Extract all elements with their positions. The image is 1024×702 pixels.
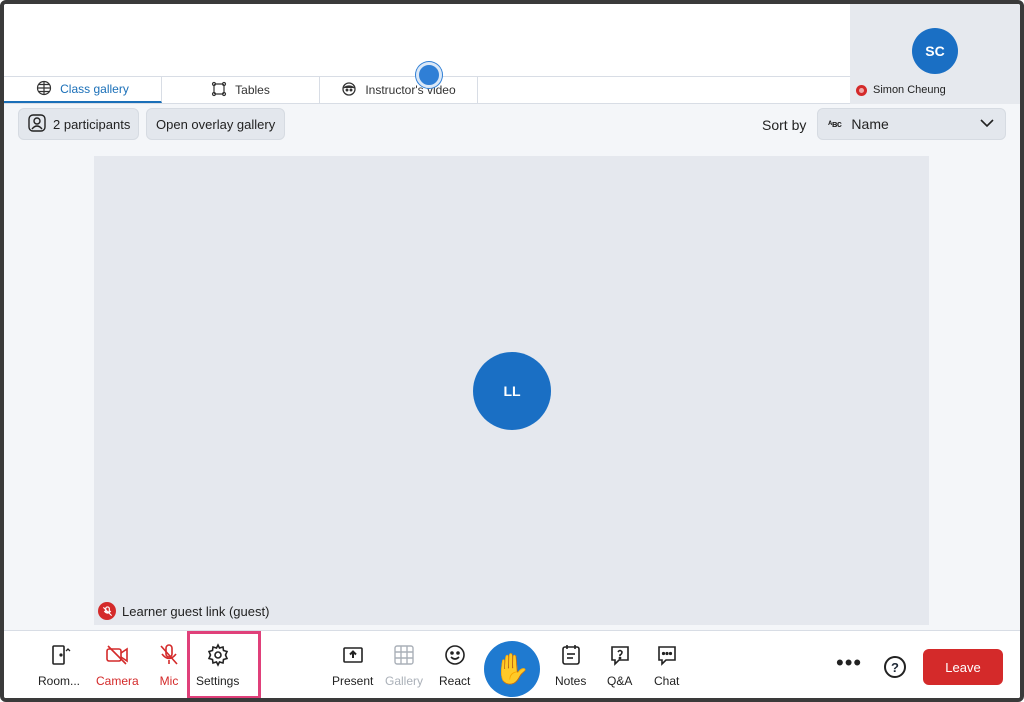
present-icon [341, 643, 365, 670]
room-button[interactable]: Room... [38, 643, 80, 688]
present-label: Present [332, 674, 374, 688]
chat-button[interactable]: Chat [654, 643, 679, 688]
sort-value: Name [851, 116, 889, 132]
qa-button[interactable]: Q&A [607, 643, 632, 688]
instructor-name-label: Simon Cheung [856, 84, 946, 96]
gear-icon [206, 643, 230, 670]
avatar: SC [912, 28, 958, 74]
chat-label: Chat [654, 674, 680, 688]
gallery-label: Gallery [385, 674, 424, 688]
face-icon [341, 81, 357, 100]
cursor-indicator [416, 62, 442, 88]
smiley-icon [443, 643, 467, 670]
settings-button[interactable]: Settings [196, 643, 239, 688]
camera-button[interactable]: Camera [96, 643, 139, 688]
settings-label: Settings [196, 674, 240, 688]
notes-label: Notes [555, 674, 587, 688]
help-button[interactable]: ? [884, 656, 906, 678]
avatar[interactable]: LL [473, 352, 551, 430]
sort-abc-icon: ᴬʙᴄ [828, 119, 842, 129]
room-label: Room... [38, 674, 81, 688]
present-button[interactable]: Present [332, 643, 373, 688]
instructor-video-tile[interactable]: SC Simon Cheung [850, 4, 1020, 104]
open-overlay-gallery-button[interactable]: Open overlay gallery [146, 108, 286, 140]
more-options-button[interactable]: ••• [836, 652, 862, 674]
camera-off-icon [105, 643, 129, 670]
react-button[interactable]: React [439, 643, 470, 688]
tab-class-gallery[interactable]: Class gallery [4, 77, 162, 103]
leave-button[interactable]: Leave [923, 649, 1003, 685]
participants-count: 2 participants [53, 116, 131, 132]
participant-icon [27, 113, 47, 136]
hand-icon: ✋ [493, 652, 531, 686]
gallery-button[interactable]: Gallery [385, 643, 423, 688]
chevron-down-icon [979, 115, 995, 134]
grid-globe-icon [36, 80, 52, 99]
mic-off-icon [856, 84, 867, 96]
guest-name: Learner guest link (guest) [122, 603, 270, 619]
tab-instructors-video[interactable]: Instructor's video [320, 77, 478, 103]
react-label: React [439, 674, 471, 688]
gallery-grid-icon [392, 643, 416, 670]
app-window: Class gallery Tables Instructor's video … [0, 0, 1024, 702]
tab-tables[interactable]: Tables [162, 77, 320, 103]
question-bubble-icon [608, 643, 632, 670]
sort-by-label: Sort by [762, 117, 807, 133]
tab-label: Instructor's video [365, 83, 456, 97]
mic-button[interactable]: Mic [157, 643, 181, 688]
tab-label: Class gallery [60, 82, 129, 96]
instructor-name: Simon Cheung [873, 84, 946, 96]
bottom-toolbar: Room... Camera Mic Settings Present Gall… [4, 630, 1020, 698]
raise-hand-button[interactable]: ✋ [484, 641, 540, 697]
mic-off-icon [98, 602, 116, 620]
qa-label: Q&A [607, 674, 633, 688]
door-icon [47, 643, 71, 670]
notes-button[interactable]: Notes [555, 643, 586, 688]
camera-label: Camera [96, 674, 139, 688]
sort-select[interactable]: ᴬʙᴄ Name [817, 108, 1006, 140]
participant-name-label: Learner guest link (guest) [98, 602, 269, 620]
notes-icon [559, 643, 583, 670]
mic-label: Mic [159, 674, 179, 688]
chat-bubble-icon [655, 643, 679, 670]
mic-off-icon [157, 643, 181, 670]
gallery-video-area: LL Learner guest link (guest) [94, 156, 929, 625]
participants-button[interactable]: 2 participants [18, 108, 140, 140]
tables-icon [211, 81, 227, 100]
tab-label: Tables [235, 83, 270, 97]
